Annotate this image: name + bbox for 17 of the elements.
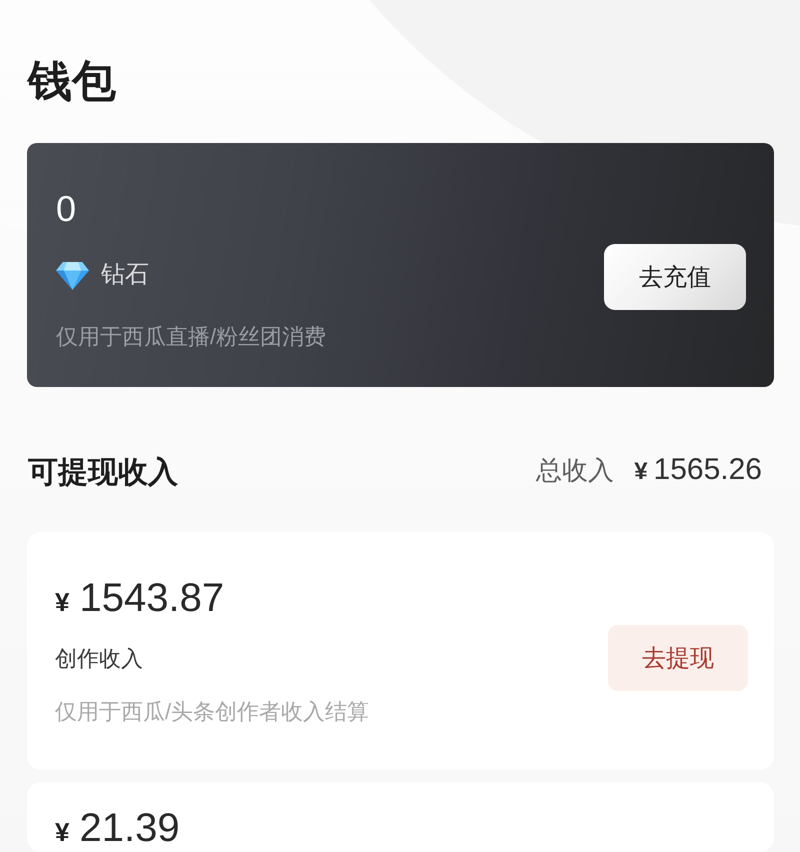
income-amount: 21.39	[79, 806, 180, 850]
page-title: 钱包	[28, 56, 117, 108]
diamond-icon	[56, 260, 89, 290]
currency-symbol: ¥	[634, 458, 648, 486]
income-note: 仅用于西瓜/头条创作者收入结算	[55, 698, 370, 726]
diamond-count: 0	[56, 187, 78, 231]
section-title: 可提现收入	[28, 455, 178, 491]
withdraw-button[interactable]: 去提现	[608, 624, 748, 690]
recharge-button[interactable]: 去充值	[604, 244, 746, 310]
total-income-amount: 1565.26	[654, 452, 762, 486]
total-income-label: 总收入	[536, 454, 614, 486]
income-type-label: 创作收入	[55, 645, 144, 673]
balance-note: 仅用于西瓜直播/粉丝团消费	[56, 323, 326, 351]
currency-symbol: ¥	[55, 586, 70, 619]
currency-symbol: ¥	[55, 816, 70, 849]
diamond-label: 钻石	[101, 260, 149, 290]
income-amount: 1543.87	[79, 576, 224, 620]
